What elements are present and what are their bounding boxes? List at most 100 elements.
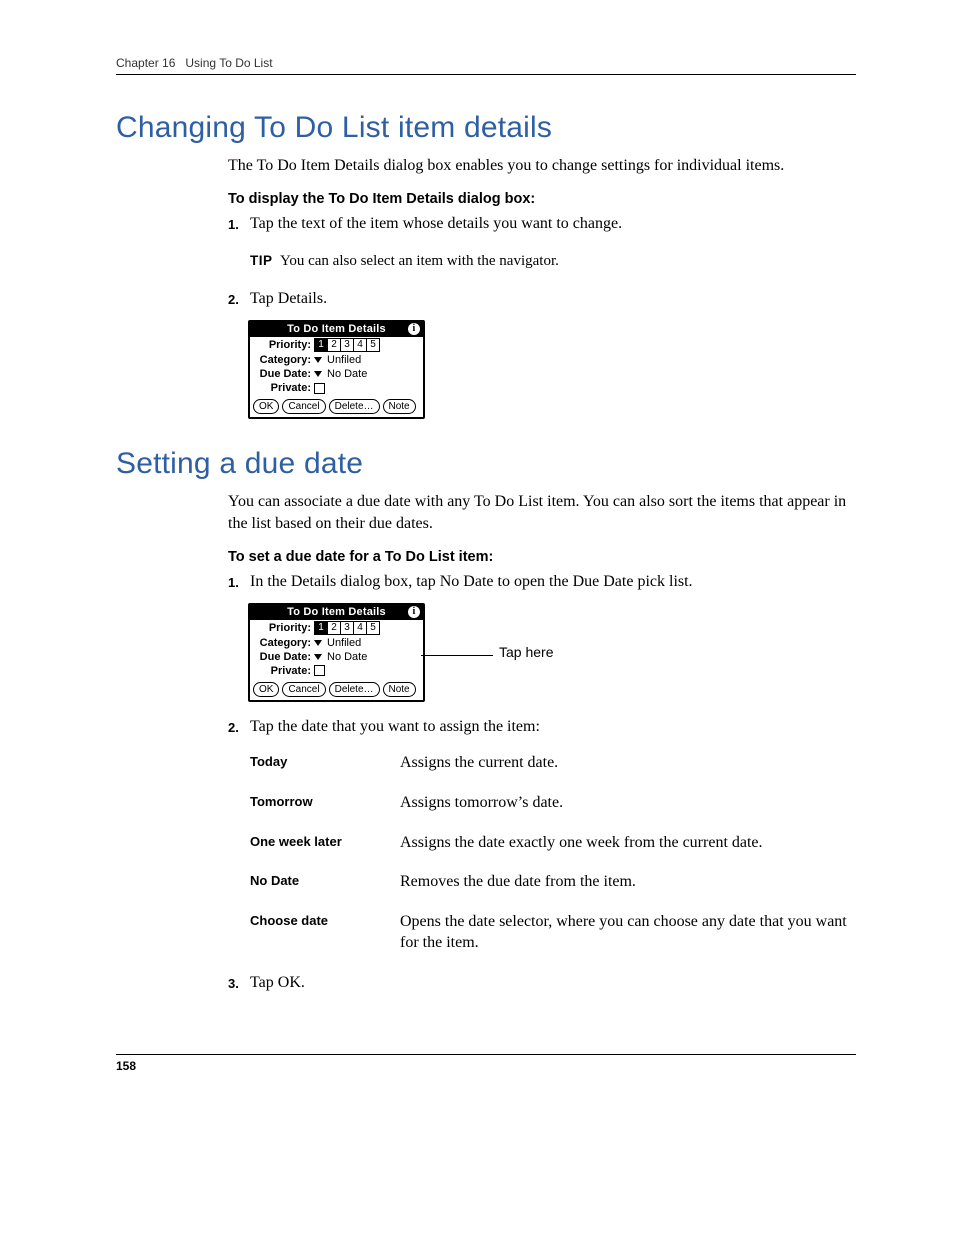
section2-subhead: To set a due date for a To Do List item: [228, 549, 856, 565]
duedate-row: Due Date: No Date [250, 367, 423, 381]
private-label: Private: [253, 382, 311, 394]
priority-2[interactable]: 2 [328, 622, 341, 634]
chapter-title: Using To Do List [185, 56, 272, 70]
priority-5[interactable]: 5 [367, 622, 379, 634]
duedate-label: Due Date: [253, 368, 311, 380]
priority-row: Priority: 1 2 3 4 5 [250, 337, 423, 353]
opt-term: Choose date [250, 911, 400, 954]
delete-button[interactable]: Delete… [329, 399, 380, 414]
dialog-titlebar: To Do Item Details i [250, 322, 423, 337]
step-text: Tap Details. [250, 288, 856, 310]
delete-button[interactable]: Delete… [329, 682, 380, 697]
category-label: Category: [253, 637, 311, 649]
dropdown-icon[interactable] [314, 371, 322, 377]
cancel-button[interactable]: Cancel [282, 682, 325, 697]
category-row: Category: Unfiled [250, 353, 423, 367]
priority-3[interactable]: 3 [341, 622, 354, 634]
step-number: 1. [228, 571, 250, 593]
opt-term: No Date [250, 871, 400, 893]
private-label: Private: [253, 665, 311, 677]
tip-label: TIP [250, 253, 273, 268]
private-row: Private: [250, 664, 423, 678]
priority-1[interactable]: 1 [315, 339, 328, 351]
priority-4[interactable]: 4 [354, 622, 367, 634]
info-icon[interactable]: i [408, 323, 420, 335]
step-number: 2. [228, 716, 250, 738]
category-row: Category: Unfiled [250, 636, 423, 650]
section2-body: You can associate a due date with any To… [228, 491, 856, 994]
dialog-buttons: OK Cancel Delete… Note [250, 395, 423, 417]
dialog-title: To Do Item Details [287, 323, 386, 335]
callout-text: Tap here [499, 644, 553, 660]
section2-intro: You can associate a due date with any To… [228, 491, 856, 534]
cancel-button[interactable]: Cancel [282, 399, 325, 414]
dialog-titlebar: To Do Item Details i [250, 605, 423, 620]
category-label: Category: [253, 354, 311, 366]
dropdown-icon[interactable] [314, 357, 322, 363]
manual-page: Chapter 16 Using To Do List Changing To … [0, 0, 954, 1113]
dropdown-icon[interactable] [314, 654, 322, 660]
private-checkbox[interactable] [314, 665, 325, 676]
ok-button[interactable]: OK [253, 399, 279, 414]
step-1: 1. In the Details dialog box, tap No Dat… [228, 571, 856, 593]
section2-steps: 1. In the Details dialog box, tap No Dat… [228, 571, 856, 593]
section2-steps-cont: 2. Tap the date that you want to assign … [228, 716, 856, 738]
priority-4[interactable]: 4 [354, 339, 367, 351]
step-text: In the Details dialog box, tap No Date t… [250, 571, 856, 593]
opt-desc: Removes the due date from the item. [400, 871, 856, 893]
priority-2[interactable]: 2 [328, 339, 341, 351]
opt-desc: Assigns tomorrow’s date. [400, 792, 856, 814]
section-heading-changing: Changing To Do List item details [116, 111, 856, 145]
running-header: Chapter 16 Using To Do List [116, 56, 856, 75]
step-number: 1. [228, 213, 250, 235]
duedate-value[interactable]: No Date [327, 651, 367, 663]
opt-one-week: One week later Assigns the date exactly … [250, 832, 856, 854]
todo-item-details-dialog: To Do Item Details i Priority: 1 2 3 4 5… [248, 603, 425, 702]
private-row: Private: [250, 381, 423, 395]
dialog-buttons: OK Cancel Delete… Note [250, 678, 423, 700]
step-text: Tap the date that you want to assign the… [250, 716, 856, 738]
dropdown-icon[interactable] [314, 640, 322, 646]
step-text: Tap the text of the item whose details y… [250, 213, 856, 235]
date-options-table: Today Assigns the current date. Tomorrow… [250, 752, 856, 954]
ok-button[interactable]: OK [253, 682, 279, 697]
opt-today: Today Assigns the current date. [250, 752, 856, 774]
priority-label: Priority: [253, 339, 311, 351]
opt-choose-date: Choose date Opens the date selector, whe… [250, 911, 856, 954]
note-button[interactable]: Note [383, 682, 416, 697]
page-number: 158 [116, 1059, 136, 1073]
opt-term: One week later [250, 832, 400, 854]
dialog-figure-1: To Do Item Details i Priority: 1 2 3 4 5… [248, 320, 856, 419]
step-3: 3. Tap OK. [228, 972, 856, 994]
priority-selector[interactable]: 1 2 3 4 5 [314, 621, 380, 635]
priority-selector[interactable]: 1 2 3 4 5 [314, 338, 380, 352]
private-checkbox[interactable] [314, 383, 325, 394]
opt-tomorrow: Tomorrow Assigns tomorrow’s date. [250, 792, 856, 814]
step-number: 3. [228, 972, 250, 994]
duedate-label: Due Date: [253, 651, 311, 663]
duedate-row: Due Date: No Date [250, 650, 423, 664]
note-button[interactable]: Note [383, 399, 416, 414]
category-value[interactable]: Unfiled [327, 354, 361, 366]
duedate-value[interactable]: No Date [327, 368, 367, 380]
priority-3[interactable]: 3 [341, 339, 354, 351]
priority-1[interactable]: 1 [315, 622, 328, 634]
step-number: 2. [228, 288, 250, 310]
opt-term: Today [250, 752, 400, 774]
tip-block: TIP You can also select an item with the… [250, 253, 856, 270]
section1-intro: The To Do Item Details dialog box enable… [228, 155, 856, 177]
section1-subhead: To display the To Do Item Details dialog… [228, 191, 856, 207]
callout-leader-line [421, 655, 493, 656]
tip-text: You can also select an item with the nav… [280, 253, 559, 269]
page-footer: 158 [116, 1054, 856, 1073]
step-text: Tap OK. [250, 972, 856, 994]
category-value[interactable]: Unfiled [327, 637, 361, 649]
info-icon[interactable]: i [408, 606, 420, 618]
opt-desc: Assigns the date exactly one week from t… [400, 832, 856, 854]
chapter-label: Chapter 16 [116, 56, 175, 70]
section1-body: The To Do Item Details dialog box enable… [228, 155, 856, 419]
priority-5[interactable]: 5 [367, 339, 379, 351]
opt-no-date: No Date Removes the due date from the it… [250, 871, 856, 893]
opt-term: Tomorrow [250, 792, 400, 814]
section-heading-duedate: Setting a due date [116, 447, 856, 481]
